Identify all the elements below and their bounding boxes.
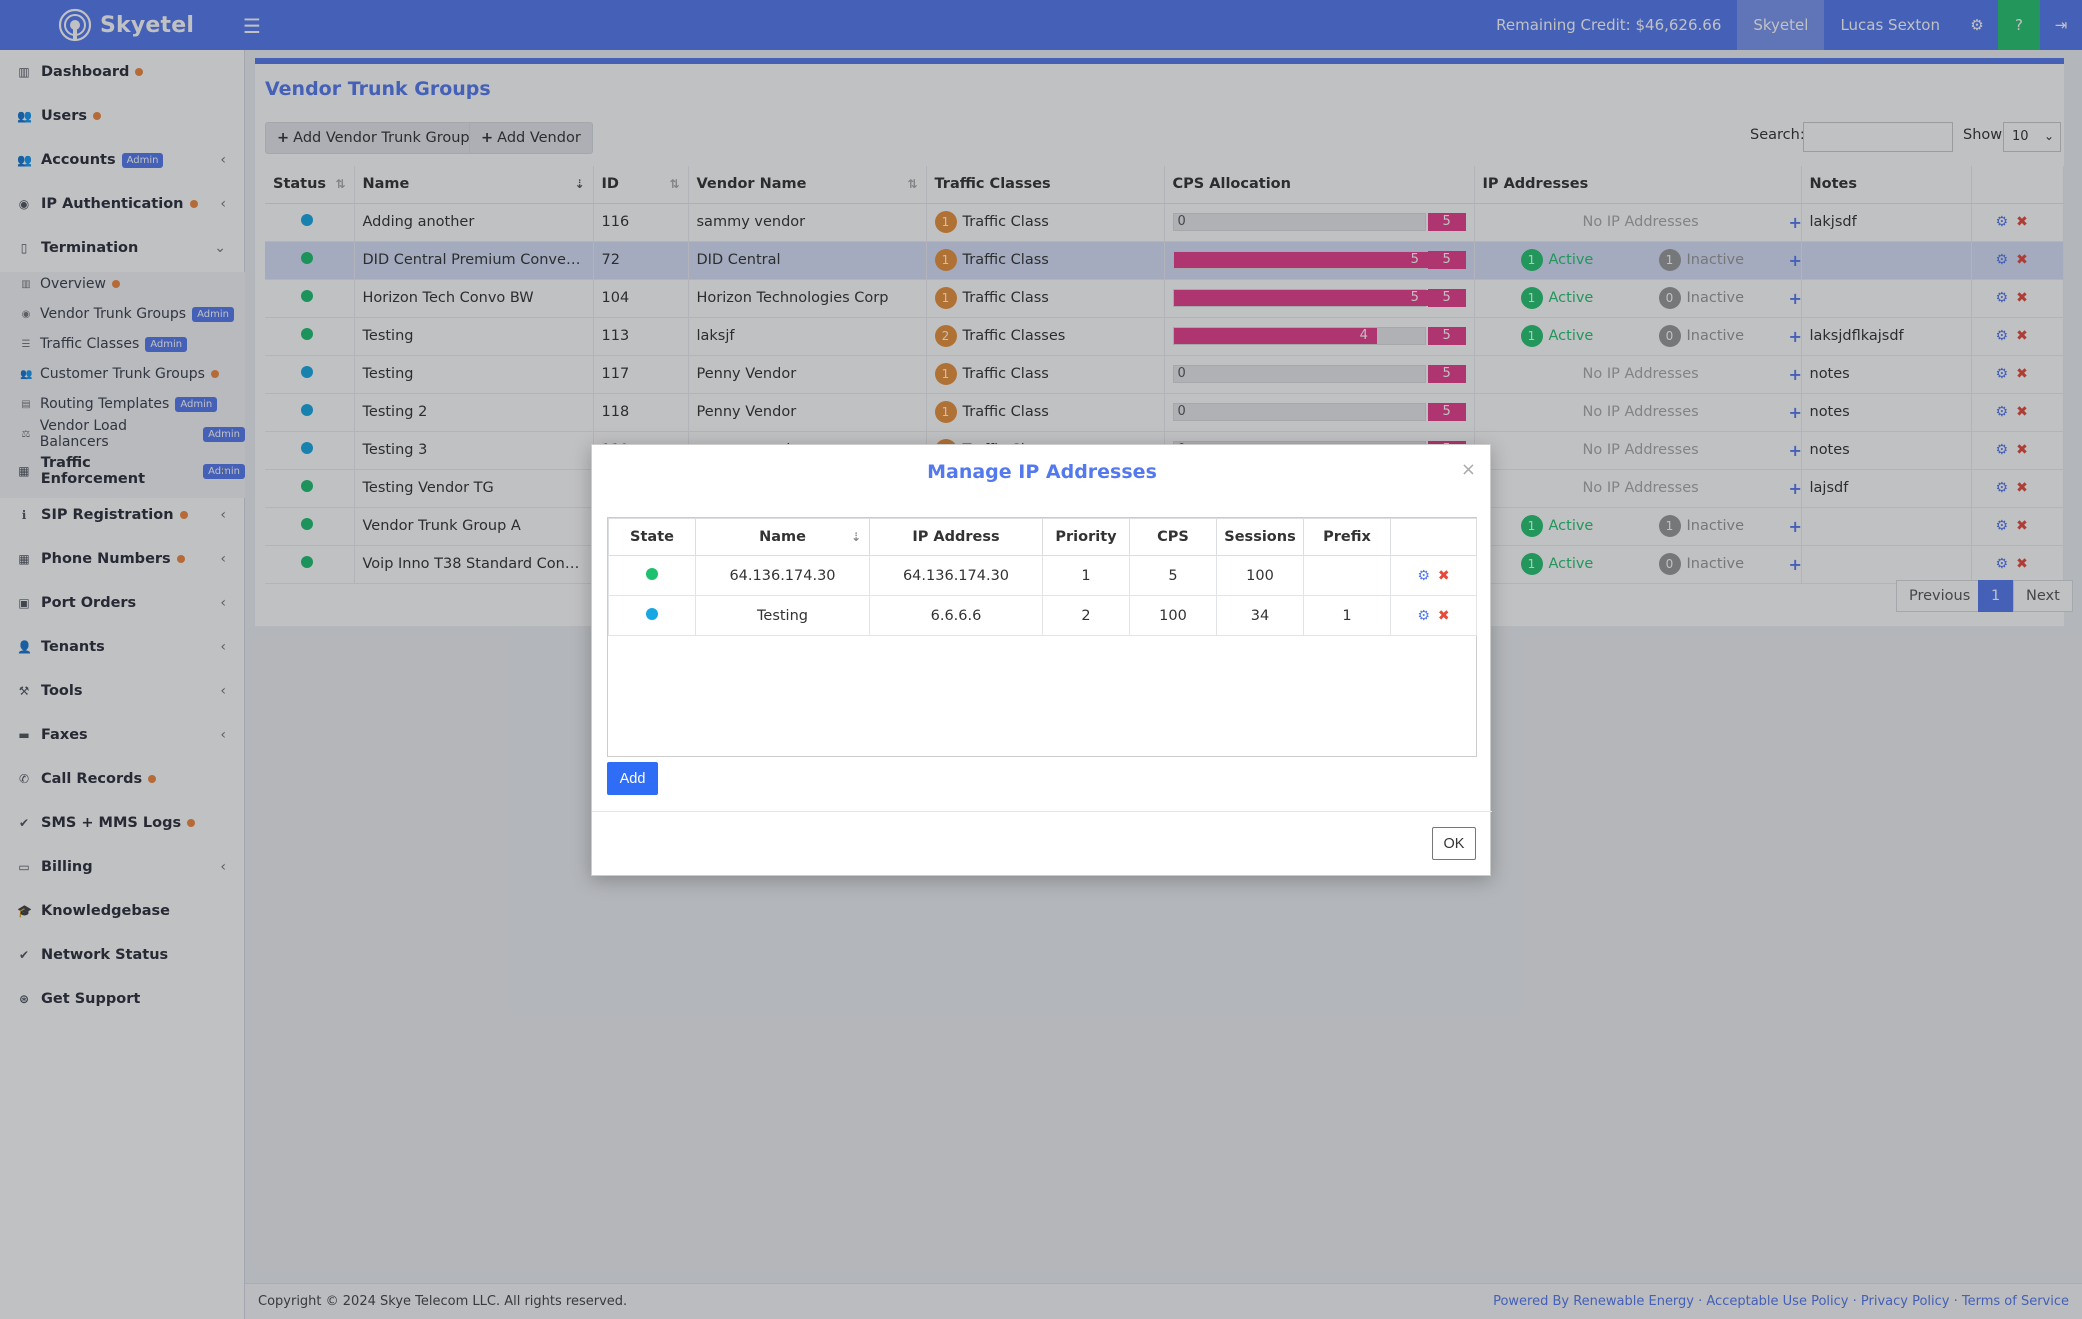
ip-column-priority: Priority [1042, 518, 1130, 556]
ip-row[interactable]: 64.136.174.30 64.136.174.30 1 5 100 ⚙ ✖ [608, 555, 1477, 596]
close-icon[interactable]: × [1461, 459, 1476, 480]
ip-addresses-table: State Name ⇣ IP Address Priority CPS Sess… [608, 518, 1477, 636]
ip-column-prefix: Prefix [1303, 518, 1391, 556]
cps-cell: 5 [1129, 555, 1217, 596]
add-ip-button[interactable]: Add [607, 762, 658, 795]
state-cell [608, 595, 696, 636]
ip-column-cps: CPS [1129, 518, 1217, 556]
state-cell [608, 555, 696, 596]
settings-icon[interactable]: ⚙ [1417, 608, 1430, 624]
ip-addresses-table-container: State Name ⇣ IP Address Priority CPS Sess… [607, 517, 1477, 757]
prefix-cell: 1 [1303, 595, 1391, 636]
manage-ip-addresses-modal: Manage IP Addresses × State Name ⇣ IP Add… [591, 444, 1492, 876]
settings-icon[interactable]: ⚙ [1417, 568, 1430, 584]
sort-ascending-icon: ⇣ [850, 530, 861, 544]
ip-name-cell: 64.136.174.30 [695, 555, 870, 596]
state-dot [646, 607, 658, 620]
modal-title: Manage IP Addresses [927, 461, 1157, 483]
ip-column-state: State [608, 518, 696, 556]
state-dot [646, 567, 658, 580]
ip-column-ip-address: IP Address [869, 518, 1043, 556]
ip-actions-cell: ⚙ ✖ [1390, 555, 1477, 596]
sessions-cell: 100 [1216, 555, 1304, 596]
ip-actions-cell: ⚙ ✖ [1390, 595, 1477, 636]
delete-icon[interactable]: ✖ [1438, 568, 1450, 584]
ip-row[interactable]: Testing 6.6.6.6 2 100 34 1 ⚙ ✖ [608, 595, 1477, 636]
sessions-cell: 34 [1216, 595, 1304, 636]
prefix-cell [1303, 555, 1391, 596]
delete-icon[interactable]: ✖ [1438, 608, 1450, 624]
ok-button[interactable]: OK [1432, 827, 1476, 860]
ip-address-cell: 6.6.6.6 [869, 595, 1043, 636]
ip-address-cell: 64.136.174.30 [869, 555, 1043, 596]
priority-cell: 2 [1042, 595, 1130, 636]
ip-column-actions [1390, 518, 1477, 556]
ip-column-sessions: Sessions [1216, 518, 1304, 556]
ip-name-cell: Testing [695, 595, 870, 636]
cps-cell: 100 [1129, 595, 1217, 636]
modal-footer-divider [592, 811, 1492, 812]
ip-column-name[interactable]: Name ⇣ [695, 518, 870, 556]
priority-cell: 1 [1042, 555, 1130, 596]
